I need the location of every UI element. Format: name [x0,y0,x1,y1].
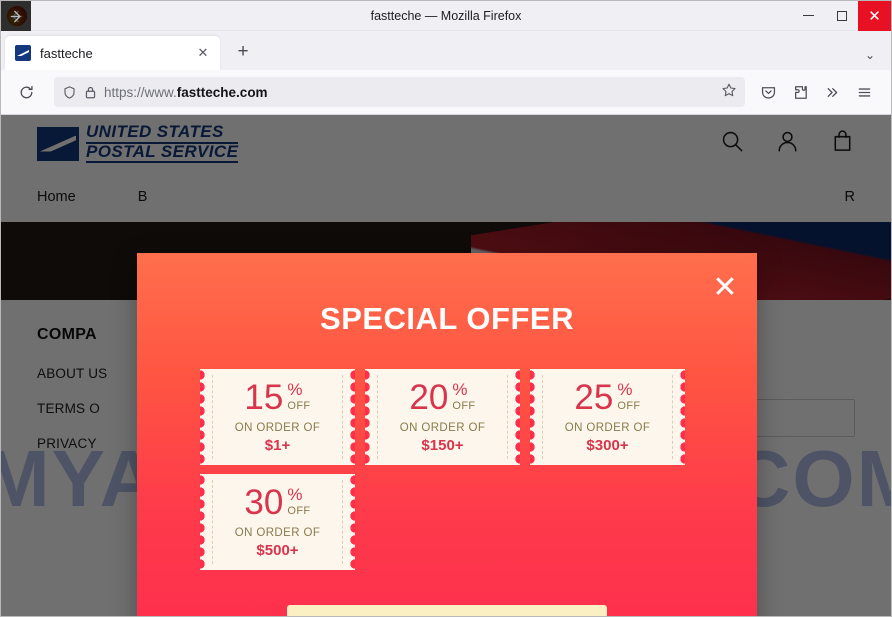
coupon-list: 15 % OFF ON ORDER OF $1+ 20 % OFF ON ORD… [137,369,757,570]
coupon-condition-label: ON ORDER OF [399,422,486,434]
modal-title: SPECIAL OFFER [320,301,574,336]
coupon-percent-symbol: % [287,380,303,399]
coupon-dash-right [672,375,673,459]
collect-all-button[interactable]: COLLECT ALL [287,605,607,616]
new-tab-button[interactable]: + [228,37,258,67]
window-controls: ✕ [792,1,891,31]
coupon-condition-label: ON ORDER OF [234,422,321,434]
coupon-amount: $150+ [421,437,464,454]
url-scheme: https://www. [104,84,177,100]
firefox-window: fastteche — Mozilla Firefox ✕ fastteche … [0,0,892,617]
forward-icon[interactable] [1,1,31,31]
coupon-headline: 20 % OFF [409,380,475,415]
app-menu-icon[interactable] [849,77,879,107]
coupon-percent: 20 [409,378,449,417]
coupon-percent-suffix: % OFF [287,486,310,517]
coupon-headline: 15 % OFF [244,380,310,415]
coupon-dash-left [377,375,378,459]
coupon-card[interactable]: 25 % OFF ON ORDER OF $300+ [530,369,685,465]
usps-eagle-favicon-icon [15,45,31,61]
coupon-percent-suffix: % OFF [287,381,310,412]
browser-tab[interactable]: fastteche ✕ [5,36,220,70]
maximize-button[interactable] [825,1,858,31]
coupon-dash-left [212,480,213,564]
coupon-percent-symbol: % [452,380,468,399]
overflow-chevrons-icon[interactable] [817,77,847,107]
tab-title: fastteche [40,45,93,61]
url-text[interactable]: https://www.fastteche.com [104,85,268,100]
coupon-percent: 25 [574,378,614,417]
address-bar[interactable]: https://www.fastteche.com [54,77,745,107]
coupon-dash-left [542,375,543,459]
reload-icon[interactable] [11,77,41,107]
toolbar-right-icons [753,77,881,107]
window-titlebar: fastteche — Mozilla Firefox ✕ [1,1,891,31]
window-title: fastteche — Mozilla Firefox [370,8,522,23]
extensions-icon[interactable] [785,77,815,107]
coupon-amount: $300+ [586,437,629,454]
coupon-percent-suffix: % OFF [452,381,475,412]
coupon-percent: 30 [244,483,284,522]
coupon-off-label: OFF [452,400,476,412]
close-icon[interactable]: ✕ [710,273,740,303]
coupon-headline: 30 % OFF [244,485,310,520]
chevron-down-icon[interactable]: ⌄ [865,48,875,62]
special-offer-modal: ✕ SPECIAL OFFER 15 % OFF ON ORDER OF $1+ [137,253,757,616]
coupon-amount: $1+ [264,437,291,454]
page-viewport: UNITED STATES POSTAL SERVICE [1,115,891,616]
coupon-dash-right [342,480,343,564]
url-host: fastteche.com [176,84,268,100]
coupon-dash-right [507,375,508,459]
minimize-button[interactable] [792,1,825,31]
pocket-icon[interactable] [753,77,783,107]
coupon-off-label: OFF [287,505,311,517]
coupon-percent-suffix: % OFF [617,381,640,412]
coupon-condition-label: ON ORDER OF [564,422,651,434]
coupon-dash-right [342,375,343,459]
coupon-card[interactable]: 20 % OFF ON ORDER OF $150+ [365,369,520,465]
coupon-condition-label: ON ORDER OF [234,527,321,539]
coupon-dash-left [212,375,213,459]
coupon-card[interactable]: 30 % OFF ON ORDER OF $500+ [200,474,355,570]
bookmark-star-icon[interactable] [721,82,737,103]
tracking-protection-shield-icon[interactable] [62,85,77,100]
coupon-off-label: OFF [287,400,311,412]
coupon-percent-symbol: % [617,380,633,399]
coupon-card[interactable]: 15 % OFF ON ORDER OF $1+ [200,369,355,465]
close-window-button[interactable]: ✕ [858,1,891,31]
navigation-toolbar: https://www.fastteche.com [1,1,891,115]
coupon-headline: 25 % OFF [574,380,640,415]
coupon-percent: 15 [244,378,284,417]
coupon-off-label: OFF [617,400,641,412]
coupon-amount: $500+ [256,542,299,559]
tab-strip: fastteche ✕ + ⌄ [1,31,891,70]
close-tab-icon[interactable]: ✕ [194,44,212,62]
connection-secure-lock-icon[interactable] [84,85,97,100]
coupon-percent-symbol: % [287,485,303,504]
